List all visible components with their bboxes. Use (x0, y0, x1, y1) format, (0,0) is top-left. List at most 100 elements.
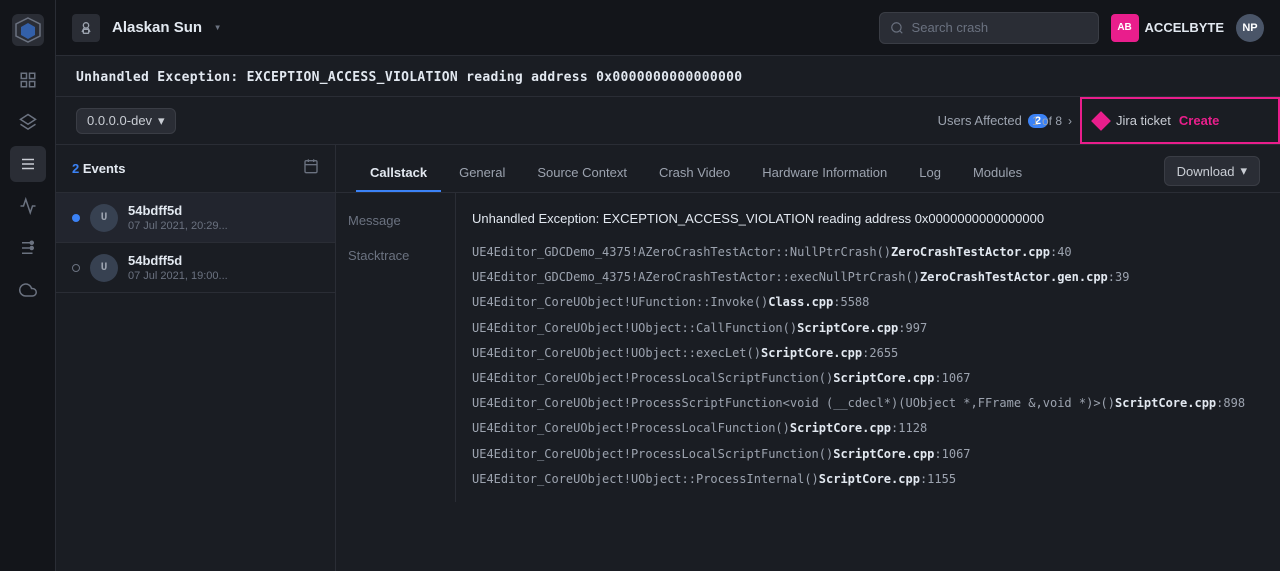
stack-func: UE4Editor_GDCDemo_4375!AZeroCrashTestAct… (472, 243, 891, 262)
stack-file: ScriptCore.cpp (761, 344, 862, 363)
sidebar-item-crashes[interactable] (10, 146, 46, 182)
sidebar-logo (10, 12, 46, 48)
sidebar-item-cloud[interactable] (10, 272, 46, 308)
stack-func: UE4Editor_CoreUObject!UObject::execLet() (472, 344, 761, 363)
accelbyte-label: ACCELBYTE (1145, 20, 1224, 35)
unreal-icon: U (90, 204, 118, 232)
events-count: 2 Events (72, 161, 125, 176)
stack-line: :898 (1216, 394, 1245, 413)
event-info: 54bdff5d 07 Jul 2021, 19:00... (128, 253, 228, 282)
stack-line: :2655 (862, 344, 898, 363)
stack-line: :997 (898, 319, 927, 338)
jira-diamond-icon (1091, 111, 1111, 131)
stack-line: :39 (1108, 268, 1130, 287)
download-label: Download (1177, 164, 1235, 179)
search-placeholder: Search crash (912, 20, 989, 35)
stack-file: ZeroCrashTestActor.gen.cpp (920, 268, 1108, 287)
stack-file: Class.cpp (768, 293, 833, 312)
stack-entry: UE4Editor_CoreUObject!UObject::ProcessIn… (472, 467, 1264, 492)
event-id: 54bdff5d (128, 203, 228, 218)
accelbyte-logo: AB ACCELBYTE (1111, 14, 1224, 42)
callstack-sidebar: Message Stacktrace (336, 193, 456, 502)
event-info: 54bdff5d 07 Jul 2021, 20:29... (128, 203, 228, 232)
sidebar-item-settings[interactable] (10, 230, 46, 266)
stack-entry: UE4Editor_CoreUObject!UObject::execLet()… (472, 341, 1264, 366)
users-affected-label: Users Affected (938, 113, 1022, 128)
stack-line: :1128 (891, 419, 927, 438)
version-bar: 0.0.0.0-dev ▾ Users Affected 2 1 of 8 › … (56, 97, 1280, 145)
stack-entry: UE4Editor_CoreUObject!ProcessLocalScript… (472, 442, 1264, 467)
callstack-content: Message Stacktrace Unhandled Exception: … (336, 193, 1280, 571)
tab-callstack[interactable]: Callstack (356, 155, 441, 192)
stack-line: :1155 (920, 470, 956, 489)
callstack-sections: Message Stacktrace Unhandled Exception: … (336, 193, 1280, 502)
stack-func: UE4Editor_CoreUObject!ProcessLocalScript… (472, 445, 833, 464)
stack-func: UE4Editor_CoreUObject!UObject::ProcessIn… (472, 470, 819, 489)
tab-general[interactable]: General (445, 155, 519, 192)
version-selector[interactable]: 0.0.0.0-dev ▾ (76, 108, 176, 134)
event-item[interactable]: U 54bdff5d 07 Jul 2021, 20:29... (56, 193, 335, 243)
events-panel: 2 Events U 54bdff5d 07 Jul 2021, 20:29..… (56, 145, 336, 571)
topbar: Alaskan Sun ▾ Search crash AB ACCELBYTE … (56, 0, 1280, 56)
stack-file: ScriptCore.cpp (790, 419, 891, 438)
tab-crash-video[interactable]: Crash Video (645, 155, 744, 192)
main-content: Alaskan Sun ▾ Search crash AB ACCELBYTE … (56, 0, 1280, 571)
pagination: 1 of 8 › (1032, 97, 1080, 144)
events-count-number: 2 (72, 161, 79, 176)
crash-header: Unhandled Exception: EXCEPTION_ACCESS_VI… (56, 56, 1280, 97)
jira-create-button[interactable]: Create (1179, 113, 1219, 128)
tab-modules[interactable]: Modules (959, 155, 1036, 192)
stack-entry: UE4Editor_CoreUObject!ProcessLocalFuncti… (472, 416, 1264, 441)
project-chevron-icon[interactable]: ▾ (214, 20, 221, 35)
tab-source-context[interactable]: Source Context (523, 155, 641, 192)
tab-log[interactable]: Log (905, 155, 955, 192)
content-area: 2 Events U 54bdff5d 07 Jul 2021, 20:29..… (56, 145, 1280, 571)
stack-func: UE4Editor_CoreUObject!ProcessLocalFuncti… (472, 419, 790, 438)
stack-func: UE4Editor_CoreUObject!UFunction::Invoke(… (472, 293, 768, 312)
stack-line: :40 (1050, 243, 1072, 262)
event-date: 07 Jul 2021, 19:00... (128, 270, 228, 282)
stack-file: ScriptCore.cpp (833, 445, 934, 464)
event-id: 54bdff5d (128, 253, 228, 268)
stack-func: UE4Editor_CoreUObject!ProcessScriptFunct… (472, 394, 1115, 413)
download-chevron-icon: ▾ (1240, 163, 1247, 179)
sidebar (0, 0, 56, 571)
stack-file: ScriptCore.cpp (1115, 394, 1216, 413)
ab-icon: AB (1111, 14, 1139, 42)
search-box[interactable]: Search crash (879, 12, 1099, 44)
stack-line: :1067 (934, 445, 970, 464)
sidebar-item-message[interactable]: Message (348, 209, 443, 232)
stack-file: ZeroCrashTestActor.cpp (891, 243, 1050, 262)
sidebar-item-analytics[interactable] (10, 188, 46, 224)
user-avatar[interactable]: NP (1236, 14, 1264, 42)
calendar-icon[interactable] (303, 158, 319, 179)
nav-next-icon[interactable]: › (1068, 114, 1072, 128)
event-item[interactable]: U 54bdff5d 07 Jul 2021, 19:00... (56, 243, 335, 293)
callstack-main: Unhandled Exception: EXCEPTION_ACCESS_VI… (456, 193, 1280, 502)
stack-entry: UE4Editor_CoreUObject!UObject::CallFunct… (472, 316, 1264, 341)
stack-entry: UE4Editor_GDCDemo_4375!AZeroCrashTestAct… (472, 265, 1264, 290)
event-dot (72, 264, 80, 272)
jira-panel: Jira ticket Create (1080, 97, 1280, 144)
project-name: Alaskan Sun (112, 19, 202, 36)
events-header: 2 Events (56, 145, 335, 193)
pagination-text: 1 of 8 (1032, 114, 1062, 128)
event-dot (72, 214, 80, 222)
stack-entry: UE4Editor_GDCDemo_4375!AZeroCrashTestAct… (472, 240, 1264, 265)
sidebar-item-stacktrace[interactable]: Stacktrace (348, 244, 443, 267)
jira-label: Jira ticket (1116, 113, 1171, 128)
event-date: 07 Jul 2021, 20:29... (128, 220, 228, 232)
version-chevron-icon: ▾ (158, 113, 165, 129)
app-icon (72, 14, 100, 42)
stack-entry: UE4Editor_CoreUObject!ProcessScriptFunct… (472, 391, 1264, 416)
sidebar-item-home[interactable] (10, 62, 46, 98)
sidebar-item-layers[interactable] (10, 104, 46, 140)
version-label: 0.0.0.0-dev (87, 113, 152, 128)
crash-details: Callstack General Source Context Crash V… (336, 145, 1280, 571)
tab-hardware[interactable]: Hardware Information (748, 155, 901, 192)
stack-entry: UE4Editor_CoreUObject!UFunction::Invoke(… (472, 290, 1264, 315)
stack-line: :1067 (934, 369, 970, 388)
stack-func: UE4Editor_CoreUObject!ProcessLocalScript… (472, 369, 833, 388)
stack-func: UE4Editor_CoreUObject!UObject::CallFunct… (472, 319, 797, 338)
download-button[interactable]: Download ▾ (1164, 156, 1260, 186)
